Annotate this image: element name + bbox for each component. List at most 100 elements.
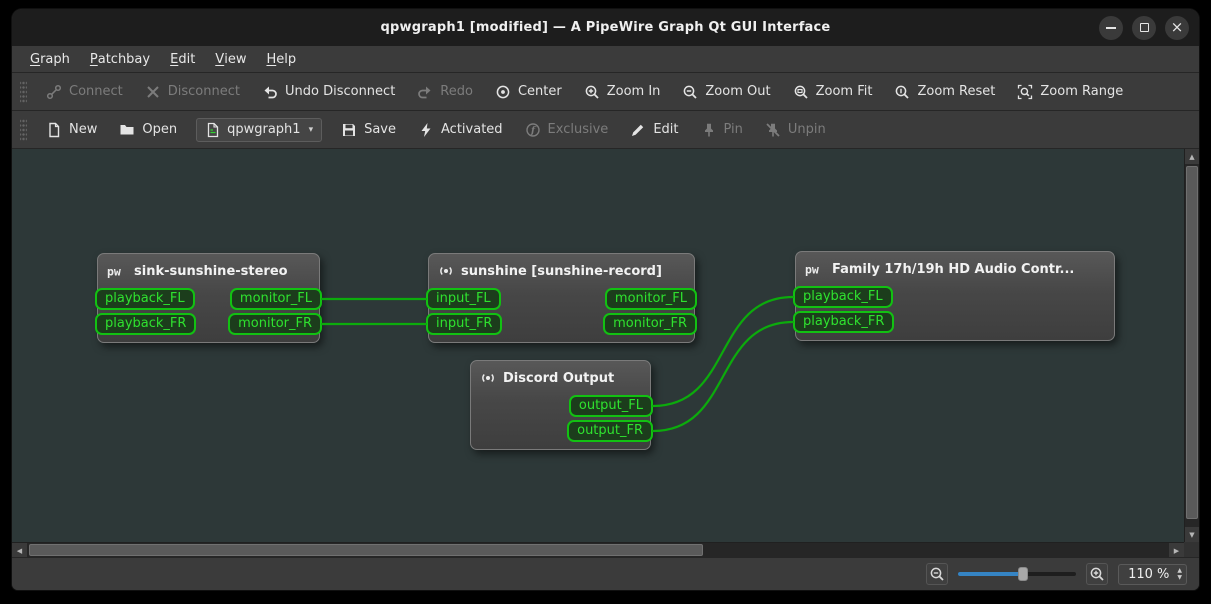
zoom-range-button[interactable]: Zoom Range <box>1007 79 1133 105</box>
zoom-fit-button[interactable]: Zoom Fit <box>783 79 883 105</box>
window-title: qpwgraph1 [modified] — A PipeWire Graph … <box>380 20 831 35</box>
toolbar-label: Save <box>364 122 397 137</box>
menu-graph[interactable]: Graph <box>20 46 80 72</box>
new-icon <box>46 122 62 138</box>
toolbar-label: Undo Disconnect <box>284 84 396 99</box>
spin-down-icon[interactable]: ▼ <box>1177 574 1182 581</box>
port-output_FR[interactable]: output_FR <box>567 420 653 442</box>
minimize-button[interactable] <box>1099 15 1123 40</box>
center-button[interactable]: Center <box>485 79 572 105</box>
node-discord-output[interactable]: Discord Output output_FL output_FR <box>470 360 653 450</box>
port-output_FL[interactable]: output_FL <box>568 395 653 417</box>
horizontal-scroll-thumb[interactable] <box>29 544 703 556</box>
port-input_FR[interactable]: input_FR <box>426 313 503 335</box>
node-header: sunshine [sunshine-record] <box>429 254 694 288</box>
zoom-out-icon <box>929 566 945 582</box>
maximize-icon <box>1139 23 1149 32</box>
titlebar[interactable]: qpwgraph1 [modified] — A PipeWire Graph … <box>12 9 1199 46</box>
pipewire-icon: pw <box>107 265 127 278</box>
pipewire-icon: pw <box>805 263 825 276</box>
open-button[interactable]: Open <box>109 117 187 143</box>
vertical-scrollbar[interactable]: ▲ ▼ <box>1184 149 1199 542</box>
scroll-right-arrow[interactable]: ▶ <box>1169 543 1184 558</box>
horizontal-scroll-track[interactable] <box>27 543 1169 557</box>
redo-button[interactable]: Redo <box>407 79 483 105</box>
port-monitor_FR[interactable]: monitor_FR <box>228 313 322 335</box>
menubar: Graph Patchbay Edit View Help <box>12 46 1199 73</box>
patchbay-file-icon <box>205 122 221 138</box>
zoom-range-icon <box>1017 84 1033 100</box>
svg-text:pw: pw <box>805 263 819 276</box>
canvas-area: pw sink-sunshine-stereo playback_FL playbac… <box>12 149 1199 558</box>
toolbar-label: Activated <box>441 122 503 137</box>
spinbox-arrows[interactable]: ▲ ▼ <box>1177 567 1182 581</box>
toolbar-label: Zoom In <box>606 84 661 99</box>
toolbar-drag-handle[interactable] <box>20 118 27 141</box>
zoom-out-button[interactable] <box>926 563 949 585</box>
port-playback_FL[interactable]: playback_FL <box>95 288 195 310</box>
port-monitor_FR[interactable]: monitor_FR <box>603 313 697 335</box>
node-family-hd-audio[interactable]: pw Family 17h/19h HD Audio Contr... playba… <box>793 251 1115 341</box>
activated-button[interactable]: Activated <box>408 117 513 143</box>
graph-canvas[interactable]: pw sink-sunshine-stereo playback_FL playbac… <box>12 149 1184 542</box>
pin-button[interactable]: Pin <box>691 117 753 143</box>
zoom-in-button[interactable]: Zoom In <box>574 79 671 105</box>
vertical-scroll-thumb[interactable] <box>1186 166 1198 519</box>
maximize-button[interactable] <box>1132 15 1156 40</box>
toolbar-label: Exclusive <box>547 122 609 137</box>
port-playback_FR[interactable]: playback_FR <box>95 313 197 335</box>
spin-up-icon[interactable]: ▲ <box>1177 567 1182 574</box>
save-button[interactable]: Save <box>331 117 406 143</box>
port-playback_FR[interactable]: playback_FR <box>793 311 895 333</box>
toolbar-label: Disconnect <box>167 84 240 99</box>
menu-view[interactable]: View <box>205 46 256 72</box>
menu-help[interactable]: Help <box>256 46 306 72</box>
disconnect-icon <box>145 84 161 100</box>
toolbar-drag-handle[interactable] <box>20 80 27 103</box>
menu-patchbay[interactable]: Patchbay <box>80 46 160 72</box>
exclusive-button[interactable]: f Exclusive <box>515 117 619 143</box>
horizontal-scrollbar[interactable]: ◀ ▶ <box>12 542 1184 558</box>
port-monitor_FL[interactable]: monitor_FL <box>604 288 697 310</box>
port-monitor_FL[interactable]: monitor_FL <box>229 288 322 310</box>
zoom-out-button[interactable]: Zoom Out <box>672 79 780 105</box>
edit-button[interactable]: Edit <box>620 117 688 143</box>
graph-toolbar: Connect Disconnect Undo Disconnect Redo Cent… <box>12 73 1199 111</box>
node-sunshine-record[interactable]: sunshine [sunshine-record] input_FL input_… <box>426 253 697 343</box>
zoom-slider[interactable] <box>958 566 1077 582</box>
node-sink-sunshine-stereo[interactable]: pw sink-sunshine-stereo playback_FL playbac… <box>95 253 322 343</box>
minimize-icon <box>1106 26 1116 29</box>
save-icon <box>341 122 357 138</box>
zoom-spinbox[interactable]: 110 % ▲ ▼ <box>1118 563 1187 585</box>
scroll-left-arrow[interactable]: ◀ <box>12 543 27 558</box>
zoom-out-icon <box>682 84 698 100</box>
toolbar-label: Zoom Out <box>705 84 771 99</box>
zoom-in-button[interactable] <box>1086 563 1109 585</box>
zoom-in-icon <box>1089 566 1105 582</box>
patchbay-toolbar: New Open qpwgraph1 ▾ Save Activated f Exclusive… <box>12 111 1199 149</box>
close-button[interactable]: × <box>1165 15 1189 40</box>
pin-icon <box>701 122 717 138</box>
unpin-button[interactable]: Unpin <box>755 117 836 143</box>
zoom-reset-button[interactable]: Zoom Reset <box>884 79 1005 105</box>
scroll-down-arrow[interactable]: ▼ <box>1185 527 1199 542</box>
vertical-scroll-track[interactable] <box>1185 164 1199 527</box>
window-controls: × <box>1099 9 1189 46</box>
qpwgraph-window: qpwgraph1 [modified] — A PipeWire Graph … <box>12 9 1199 590</box>
statusbar: 110 % ▲ ▼ <box>12 557 1199 590</box>
toolbar-label: Edit <box>653 122 679 137</box>
zoom-value: 110 % <box>1128 566 1170 582</box>
new-button[interactable]: New <box>36 117 107 143</box>
connect-button[interactable]: Connect <box>36 79 133 105</box>
disconnect-button[interactable]: Disconnect <box>135 79 250 105</box>
toolbar-label: Open <box>142 122 178 137</box>
scroll-up-arrow[interactable]: ▲ <box>1185 149 1199 164</box>
open-icon <box>119 122 135 138</box>
zoom-slider-handle[interactable] <box>1017 567 1028 581</box>
patchbay-select-combo[interactable]: qpwgraph1 ▾ <box>196 117 323 142</box>
record-icon <box>438 263 454 279</box>
port-input_FL[interactable]: input_FL <box>426 288 501 310</box>
menu-edit[interactable]: Edit <box>160 46 205 72</box>
port-playback_FL[interactable]: playback_FL <box>793 286 893 308</box>
undo-disconnect-button[interactable]: Undo Disconnect <box>252 79 405 105</box>
